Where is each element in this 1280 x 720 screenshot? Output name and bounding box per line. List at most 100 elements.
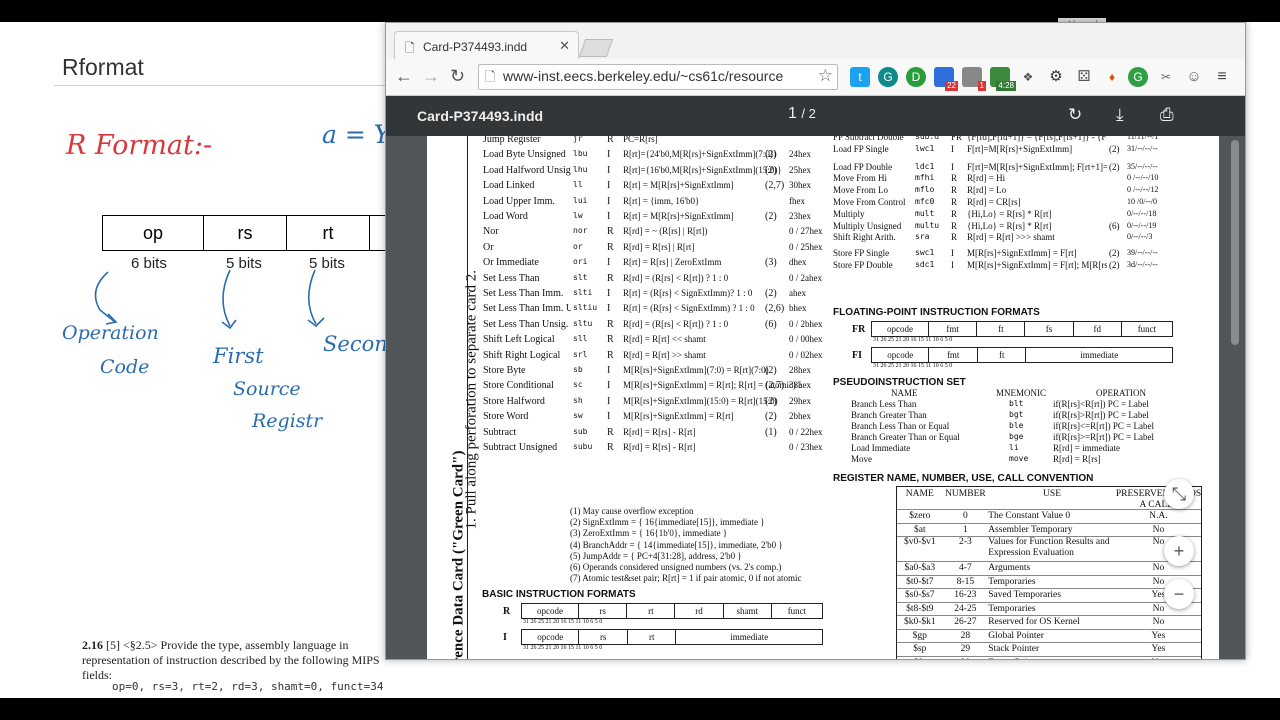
instr-code: 29hex [789, 395, 811, 406]
side-title-2: MIPS Reference Data Card ("Green Card") [450, 450, 467, 659]
rotate-icon[interactable]: ↻ [1068, 105, 1082, 125]
instr-type: I [607, 395, 611, 407]
basic-I-bits: 31 26 25 21 20 16 15 11 10 6 5 0 [523, 645, 603, 651]
register-row: $v0-$v1 2-3 Values for Function Results an… [897, 536, 1201, 561]
twitter-icon[interactable]: t [850, 67, 870, 87]
instr-code: 24hex [789, 149, 811, 160]
instr-type: R [607, 272, 614, 284]
instr-mnemonic: sw [573, 411, 583, 421]
pseudo-name: Move [851, 454, 872, 464]
instr-name: Load Byte Unsigned [483, 149, 566, 161]
tools-icon[interactable]: ✂ [1156, 67, 1176, 87]
fit-page-button[interactable]: ⤡ [1164, 479, 1194, 509]
shield-icon[interactable]: 1 [962, 67, 986, 91]
instr-operation: R[rd] = R[rt] << shamt [623, 334, 706, 345]
instr-code: 0 /--/--/12 [1127, 185, 1159, 195]
instr-name: Store FP Single [833, 248, 890, 259]
instr-name: Shift Left Logical [483, 334, 555, 346]
instr-name: Multiply Unsigned [833, 220, 902, 231]
print-icon[interactable]: ⎙ [1160, 105, 1174, 125]
format-field: rt [628, 630, 677, 644]
instr-code: 35/--/--/-- [1127, 161, 1158, 171]
grammarly-icon[interactable]: G [878, 67, 898, 87]
format-field: fmt [929, 348, 978, 362]
instr-note: (2) [765, 211, 777, 222]
instr-operation: R[rd] = R[rt] >> shamt [623, 349, 706, 360]
pseudo-mnemonic: ble [1009, 421, 1024, 430]
register-cell: 8-15 [956, 576, 975, 587]
gmail-checker-icon[interactable]: 22 [934, 67, 958, 91]
instr-mnemonic: ldc1 [915, 161, 935, 171]
scrollbar-thumb[interactable] [1231, 140, 1239, 345]
page-current[interactable]: 1 [788, 105, 797, 122]
pdf-viewport: 1. Pull along perforation to separate ca… [386, 136, 1245, 659]
question-text: 2.16 [5] <§2.5> Provide the type, assemb… [82, 638, 402, 683]
forward-icon[interactable]: → [422, 66, 440, 87]
instr-type: I [951, 248, 954, 259]
register-cell: 2-3 [959, 537, 972, 547]
fp-FI-label: FI [852, 350, 862, 361]
instr-note: (6) [765, 318, 777, 330]
instr-operation: R[rd] = Hi [967, 173, 1006, 184]
register-cell: Values for Function Results and Expressi… [988, 537, 1110, 558]
instr-code: 0 / 22hex [789, 426, 823, 437]
instr-name: Nor [483, 226, 499, 238]
timer-icon[interactable]: 4:28 [990, 67, 1016, 91]
register-head-cell: NAME [905, 489, 934, 499]
register-cell: Yes [1151, 630, 1166, 641]
basic-R-bits: 31 26 25 21 20 16 15 11 10 6 5 0 [523, 619, 603, 625]
instr-operation: {Hi,Lo} = R[rs] * R[rt] [967, 208, 1052, 219]
instr-type: I [607, 303, 611, 315]
instr-type: I [607, 288, 611, 299]
back-icon[interactable]: ← [395, 66, 413, 87]
instr-type: R [607, 136, 614, 145]
menu-icon[interactable]: ≡ [1212, 67, 1232, 87]
register-cell: Stack Pointer [988, 644, 1040, 654]
fire-icon[interactable]: ♦ [1102, 67, 1122, 87]
download-icon[interactable]: ⤓ [1116, 105, 1124, 125]
reload-icon[interactable]: ↻ [450, 66, 465, 87]
dropbox-icon[interactable]: ❖ [1018, 67, 1038, 87]
pseudo-mnemonic: move [1009, 454, 1029, 463]
pdf-scrollbar[interactable] [1229, 136, 1241, 659]
browser-tab[interactable]: 🗋 Card-P374493.indd ✕ [394, 31, 579, 60]
pseudo-operation: if(R[rs]>R[rt]) PC = Label [1053, 410, 1149, 420]
instr-mnemonic: lwc1 [915, 143, 935, 153]
register-cell: Yes [1151, 644, 1166, 654]
instr-name: Shift Right Arith. [833, 232, 896, 243]
instr-type: R [951, 173, 958, 184]
instr-mnemonic: or [573, 241, 583, 251]
instr-mnemonic: lbu [573, 149, 588, 159]
instr-code: 0/--/--/18 [1127, 208, 1157, 218]
instr-mnemonic: slt [573, 272, 588, 282]
register-cell: $v0-$v1 [903, 537, 936, 547]
instr-operation: M[R[rs]+SignExtImm] = F[rt]; M[R[rs]+Sig… [967, 260, 1107, 270]
perforation-line [467, 136, 468, 659]
tab-close-icon[interactable]: ✕ [559, 38, 570, 54]
dice-icon[interactable]: ⚄ [1074, 67, 1094, 87]
notes-title: Rformat [62, 54, 144, 80]
account-icon[interactable]: ☺ [1184, 67, 1204, 87]
zoom-out-button[interactable]: − [1164, 579, 1194, 609]
register-head-cell: NUMBER [945, 489, 986, 499]
instr-code: 0 / 02hex [789, 349, 823, 360]
grammar-check-icon[interactable]: G [1128, 67, 1148, 87]
instr-note: (2) [1109, 143, 1120, 154]
instr-name: Set Less Than [483, 272, 540, 284]
footnote: (4) BranchAddr = { 14{immediate[15]}, im… [570, 539, 783, 550]
new-tab-button[interactable] [578, 39, 614, 57]
gear-icon[interactable]: ⚙ [1046, 67, 1066, 87]
instr-code: 0 / 2bhex [789, 318, 823, 329]
extension-green-icon[interactable]: D [906, 67, 926, 87]
instr-code: 28hex [789, 365, 811, 375]
page-icon: 🗋 [485, 69, 496, 84]
bookmark-star-icon[interactable]: ☆ [818, 66, 833, 86]
instr-name: Load FP Double [833, 161, 893, 172]
address-bar[interactable]: 🗋 www-inst.eecs.berkeley.edu/~cs61c/reso… [478, 64, 838, 90]
tab-title: Card-P374493.indd [423, 40, 528, 54]
instr-mnemonic: subu [573, 442, 593, 451]
zoom-in-button[interactable]: + [1164, 536, 1194, 566]
instr-code: 38hex [789, 380, 811, 391]
instr-type: I [607, 211, 611, 222]
footnote: (1) May cause overflow exception [570, 506, 694, 516]
